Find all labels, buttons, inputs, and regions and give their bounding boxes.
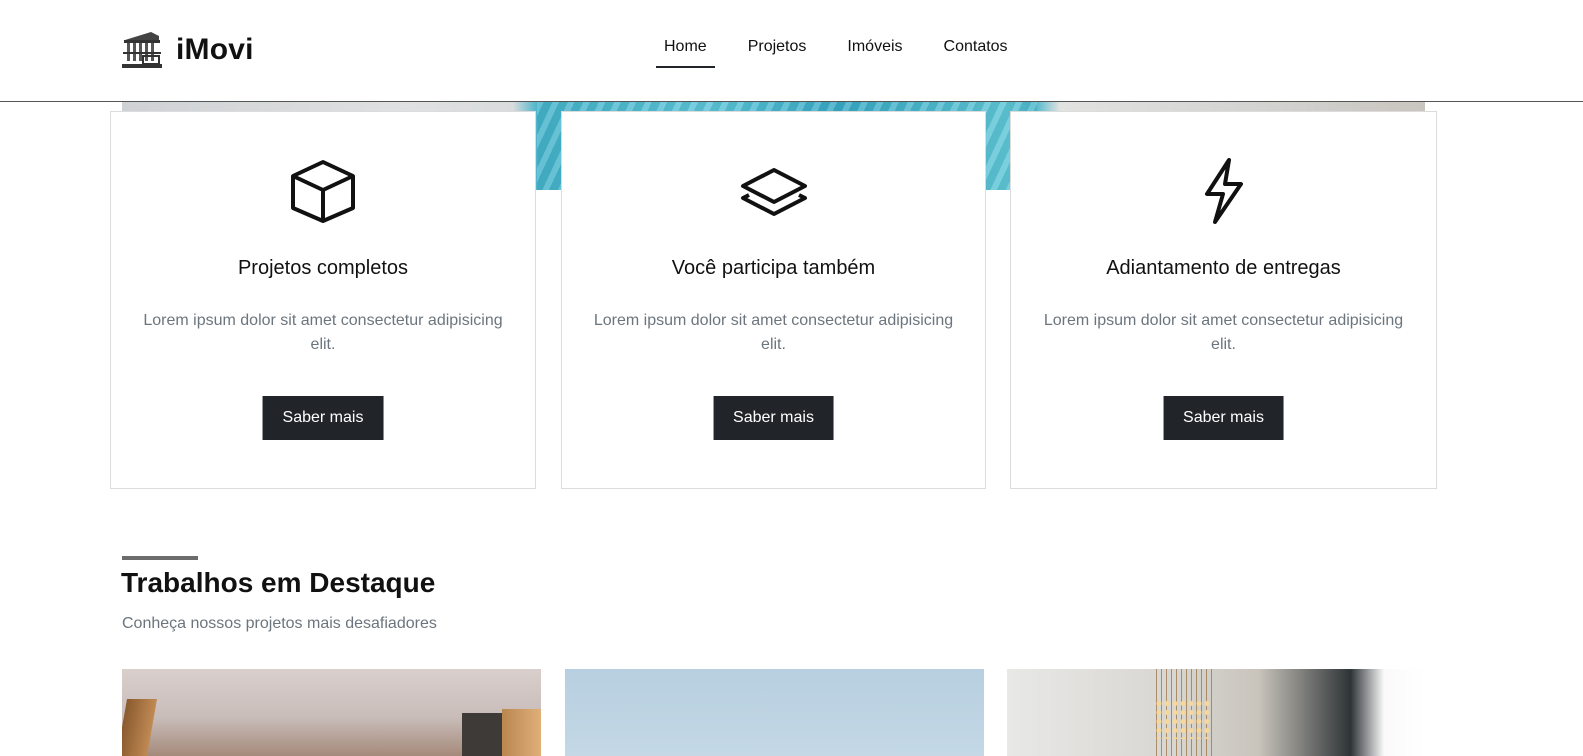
section-subtitle: Conheça nossos projetos mais desafiadore… bbox=[122, 615, 437, 632]
main-nav: Home Projetos Imóveis Contatos bbox=[656, 38, 1041, 68]
section-title: Trabalhos em Destaque bbox=[121, 567, 436, 598]
project-thumbnail[interactable] bbox=[1007, 669, 1426, 756]
wood-panel-detail bbox=[502, 709, 541, 756]
saber-mais-button[interactable]: Saber mais bbox=[713, 396, 834, 440]
saber-mais-button[interactable]: Saber mais bbox=[1163, 396, 1284, 440]
brand[interactable]: iMovi bbox=[121, 30, 254, 70]
section-accent-bar bbox=[122, 556, 198, 560]
nav-projetos[interactable]: Projetos bbox=[740, 38, 815, 68]
building-logo-icon bbox=[122, 32, 162, 68]
site-header: iMovi Home Projetos Imóveis Contatos bbox=[0, 0, 1583, 102]
nav-imoveis[interactable]: Imóveis bbox=[839, 38, 910, 68]
project-thumbnail[interactable] bbox=[565, 669, 984, 756]
feature-title: Projetos completos bbox=[237, 257, 409, 279]
feature-text: Lorem ipsum dolor sit amet consectetur a… bbox=[1043, 312, 1404, 353]
saber-mais-button[interactable]: Saber mais bbox=[262, 396, 384, 440]
feature-card: Projetos completos Lorem ipsum dolor sit… bbox=[110, 111, 536, 489]
box-icon bbox=[291, 160, 355, 223]
nav-contatos[interactable]: Contatos bbox=[936, 38, 1016, 68]
feature-text: Lorem ipsum dolor sit amet consectetur a… bbox=[593, 312, 954, 353]
feature-title: Adiantamento de entregas bbox=[1106, 257, 1341, 279]
brand-name: iMovi bbox=[176, 33, 254, 66]
wood-panel-detail bbox=[122, 699, 158, 756]
chandelier-bulbs bbox=[1155, 699, 1211, 739]
feature-card: Adiantamento de entregas Lorem ipsum dol… bbox=[1010, 111, 1437, 489]
layers-icon bbox=[740, 168, 807, 216]
project-thumbnail[interactable] bbox=[122, 669, 541, 756]
lamp-detail bbox=[462, 713, 502, 756]
nav-home[interactable]: Home bbox=[656, 38, 715, 68]
feature-card: Você participa também Lorem ipsum dolor … bbox=[561, 111, 986, 489]
feature-cards: Projetos completos Lorem ipsum dolor sit… bbox=[110, 111, 1437, 489]
feature-title: Você participa também bbox=[671, 257, 876, 279]
lightning-icon bbox=[1204, 158, 1243, 224]
feature-text: Lorem ipsum dolor sit amet consectetur a… bbox=[143, 312, 503, 353]
